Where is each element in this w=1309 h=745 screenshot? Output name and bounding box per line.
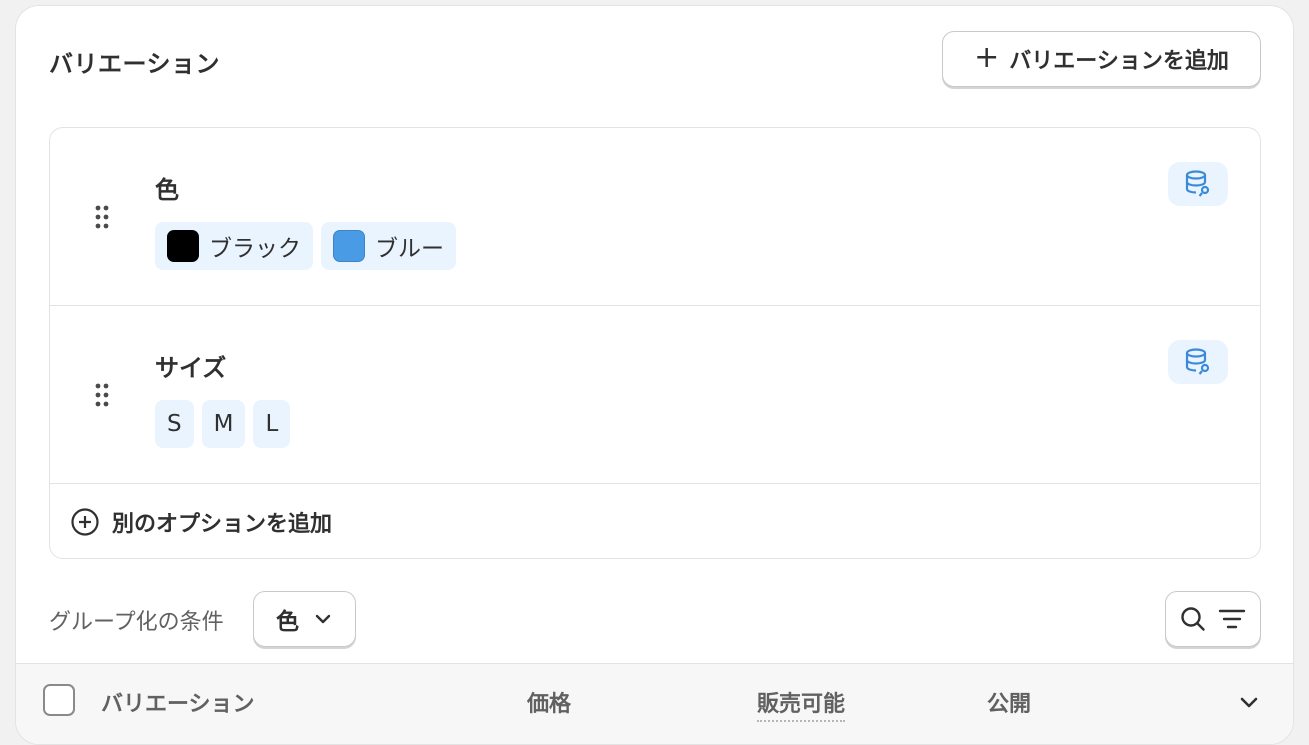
add-variant-label: バリエーションを追加	[1009, 49, 1229, 74]
column-header-variant: バリエーション	[101, 692, 255, 717]
color-swatch	[333, 230, 365, 262]
search-filter-button[interactable]	[1165, 591, 1261, 647]
group-by-value: 色	[276, 609, 299, 635]
value-chip-m: M	[201, 400, 246, 448]
filter-icon	[1218, 609, 1246, 629]
options-list: 色 ブラック ブルー サイズ S M L 別のオプションを追加	[49, 127, 1261, 559]
select-all-checkbox[interactable]	[43, 684, 75, 716]
value-label: S	[167, 411, 182, 437]
option-name: サイズ	[155, 354, 227, 382]
column-header-publish: 公開	[987, 692, 1032, 717]
chevron-down-icon	[315, 614, 331, 624]
database-link-icon	[1185, 348, 1210, 375]
group-by-select[interactable]: 色	[253, 591, 356, 647]
value-chip-l: L	[253, 400, 291, 448]
value-chip-black: ブラック	[155, 222, 313, 270]
add-variant-button[interactable]: + バリエーションを追加	[942, 31, 1261, 87]
drag-handle-icon[interactable]	[94, 383, 110, 407]
variants-table-header: バリエーション 価格 販売可能 公開	[16, 663, 1293, 744]
drag-handle-icon[interactable]	[94, 205, 110, 229]
value-chip-s: S	[155, 400, 194, 448]
card-title: バリエーション	[49, 50, 221, 78]
column-header-price: 価格	[527, 692, 572, 717]
option-name: 色	[155, 176, 179, 204]
value-chip-blue: ブルー	[321, 222, 456, 270]
option-values: S M L	[155, 400, 291, 448]
database-link-icon	[1185, 170, 1210, 197]
value-label: ブルー	[375, 236, 444, 262]
option-row-size[interactable]: サイズ S M L	[50, 306, 1260, 484]
chevron-down-icon[interactable]	[1237, 690, 1261, 714]
value-label: ブラック	[209, 236, 301, 262]
value-label: L	[265, 411, 279, 437]
metafield-button[interactable]	[1168, 162, 1228, 206]
search-icon	[1181, 607, 1205, 631]
group-by-label: グループ化の条件	[49, 610, 224, 635]
add-option-label: 別のオプションを追加	[112, 512, 333, 537]
column-header-available[interactable]: 販売可能	[757, 686, 846, 722]
option-values: ブラック ブルー	[155, 222, 456, 270]
plus-icon: +	[974, 39, 1000, 75]
plus-circle-icon	[71, 508, 99, 536]
variants-card: バリエーション + バリエーションを追加 色 ブラック ブルー サイズ S M …	[15, 5, 1294, 745]
value-label: M	[213, 411, 234, 437]
metafield-button[interactable]	[1168, 340, 1228, 384]
option-row-color[interactable]: 色 ブラック ブルー	[50, 128, 1260, 306]
color-swatch	[167, 230, 199, 262]
add-option-button[interactable]: 別のオプションを追加	[50, 484, 1260, 558]
